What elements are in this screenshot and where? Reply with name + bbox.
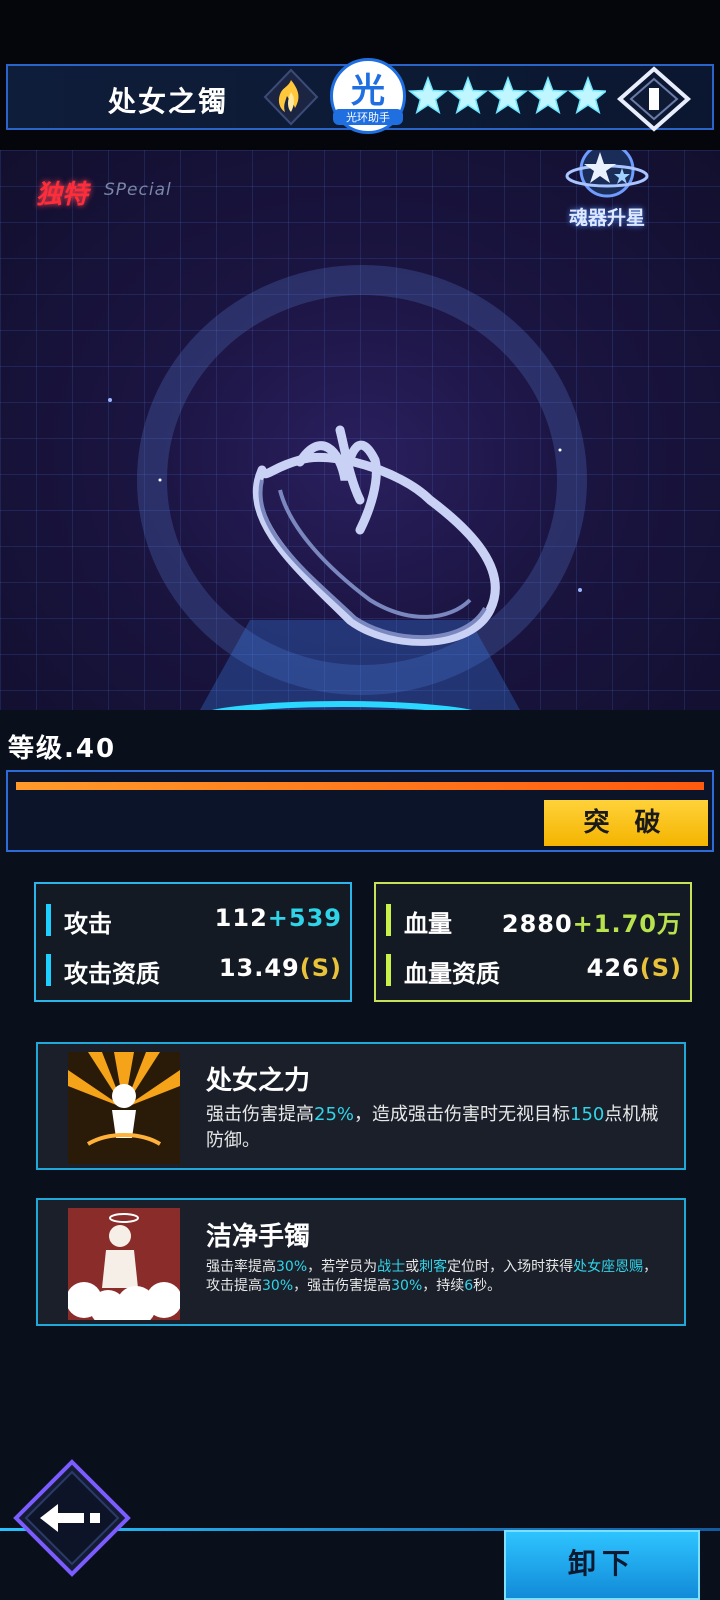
hp-quality-row: 血量资质 426(S)	[386, 948, 682, 992]
exp-panel: 突 破	[6, 770, 714, 852]
star-rating	[407, 75, 606, 115]
rarity-badge: 独特	[36, 180, 89, 210]
star-icon	[407, 75, 449, 115]
attack-quality-row: 攻击资质 13.49(S)	[46, 948, 342, 992]
stat-marker	[386, 954, 391, 986]
attack-label: 攻击	[64, 910, 112, 938]
star-upgrade-button[interactable]: 魂器升星	[552, 150, 662, 230]
star-upgrade-label: 魂器升星	[568, 207, 645, 229]
skill-title: 处女之力	[206, 1066, 311, 1096]
skill-description: 强击率提高30%，若学员为战士或刺客定位时，入场时获得处女座恩赐，攻击提高30%…	[206, 1259, 658, 1294]
hp-row: 血量 2880+1.70万	[386, 898, 682, 942]
hp-bonus: +1.70万	[572, 910, 682, 938]
hp-quality-label: 血量资质	[404, 960, 500, 988]
unequip-button[interactable]: 卸下	[504, 1530, 700, 1600]
stat-marker	[386, 904, 391, 936]
breakthrough-button[interactable]: 突 破	[544, 800, 708, 846]
bracelet-artwork	[108, 265, 587, 710]
attack-bonus: +539	[267, 904, 342, 932]
hp-value: 2880+1.70万	[501, 910, 682, 938]
level-label: 等级.40	[8, 734, 117, 764]
fire-element-icon	[263, 68, 319, 126]
hp-label: 血量	[404, 910, 452, 938]
attack-quality-grade: (S)	[299, 954, 342, 982]
attack-stats-panel: 攻击 112+539 攻击资质 13.49(S)	[34, 882, 352, 1002]
attack-quality-value: 13.49(S)	[218, 954, 342, 982]
skill-description: 强击伤害提高25%，造成强击伤害时无视目标150点机械防御。	[206, 1104, 659, 1151]
pure-bracelet-skill-icon	[68, 1208, 180, 1320]
hp-stats-panel: 血量 2880+1.70万 血量资质 426(S)	[374, 882, 692, 1002]
star-icon	[527, 75, 569, 115]
item-showcase: 独特 SPecial 魂器升星	[0, 150, 720, 710]
skill-card[interactable]: 处女之力 强击伤害提高25%，造成强击伤害时无视目标150点机械防御。	[36, 1042, 686, 1170]
hp-quality-value: 426(S)	[586, 954, 682, 982]
exp-progress-fill	[16, 782, 704, 790]
attack-value: 112+539	[214, 904, 342, 932]
back-button[interactable]	[12, 1458, 132, 1578]
star-icon	[567, 75, 606, 115]
attack-row: 攻击 112+539	[46, 898, 342, 942]
overlay-app-logo: 光 光环助手	[330, 58, 406, 134]
skill-title: 洁净手镯	[206, 1222, 311, 1252]
exp-progress-bar	[16, 782, 704, 790]
star-upgrade-icon	[565, 150, 649, 198]
hp-quality-grade: (S)	[639, 954, 682, 982]
virgo-power-skill-icon	[68, 1052, 180, 1164]
attack-quality-label: 攻击资质	[64, 960, 160, 988]
title-bar: 处女之镯 光 光环助手	[6, 58, 714, 134]
star-icon	[447, 75, 489, 115]
stat-marker	[46, 954, 51, 986]
rarity-english: SPecial	[104, 180, 172, 200]
star-icon	[487, 75, 529, 115]
skill-card[interactable]: 洁净手镯 强击率提高30%，若学员为战士或刺客定位时，入场时获得处女座恩赐，攻击…	[36, 1198, 686, 1326]
menu-icon[interactable]	[614, 66, 694, 132]
stat-marker	[46, 904, 51, 936]
item-name: 处女之镯	[108, 85, 229, 118]
